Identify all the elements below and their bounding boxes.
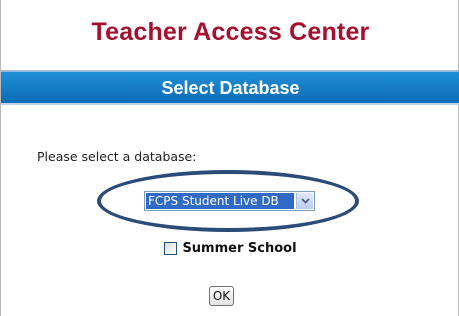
database-select[interactable]: FCPS Student Live DB: [144, 191, 315, 211]
section-title: Select Database: [161, 78, 300, 98]
summer-school-checkbox[interactable]: [164, 242, 178, 255]
app-title: Teacher Access Center: [91, 18, 370, 46]
dropdown-arrow-button[interactable]: [296, 193, 313, 209]
login-panel: Teacher Access Center Select Database Pl…: [0, 0, 459, 316]
ok-button[interactable]: OK: [209, 286, 234, 306]
summer-school-row: Summer School: [1, 241, 459, 256]
summer-school-label[interactable]: Summer School: [182, 241, 296, 256]
database-select-value: FCPS Student Live DB: [146, 193, 294, 209]
database-prompt: Please select a database:: [37, 149, 197, 164]
chevron-down-icon: [300, 198, 310, 204]
section-header-bar: Select Database: [1, 72, 459, 105]
